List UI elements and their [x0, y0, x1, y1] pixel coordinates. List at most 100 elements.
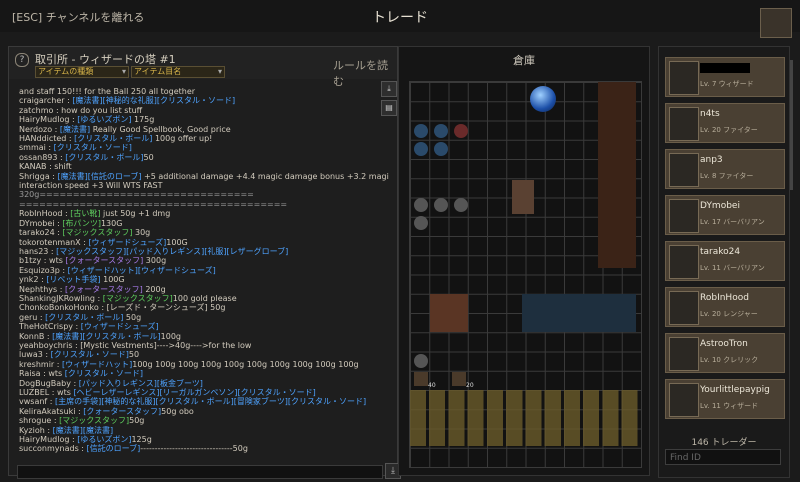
chat-message-segment: 100g 100g 100g 100g 100g 100g 100g 100g …	[132, 359, 359, 369]
throwing-item[interactable]	[434, 198, 448, 212]
chat-message-segment: [ヘビーレザーレギンス][リーガルガンベソン][クリスタル・ソード]	[73, 388, 316, 397]
wizard-gear-items[interactable]	[522, 294, 636, 332]
gold-coin-stacks[interactable]	[410, 390, 641, 446]
stack-count: 20	[466, 382, 474, 389]
trader-level: Lv. 7 ウィザード	[700, 80, 754, 88]
chat-message-segment: TheHotCrispy :	[19, 322, 81, 332]
item-name-filter[interactable]: アイテム目名 ▾	[131, 66, 225, 78]
chat-message-segment: ShankingJKRowling :	[19, 293, 103, 303]
chat-message-segment: HANddicted :	[19, 134, 75, 144]
item-type-filter[interactable]: アイテムの種類 ▾	[35, 66, 129, 78]
chat-message-segment: [クリスタル・ソード]	[53, 143, 132, 153]
chat-message-segment: 50g	[129, 416, 145, 426]
potion-item[interactable]	[434, 142, 448, 156]
chat-message-segment: [ゆるいズボン]	[77, 115, 132, 125]
chat-message: Kyzioh : [魔法書][魔法書]	[19, 426, 389, 435]
chat-message: LUZBEL : wts [ヘビーレザーレギンス][リーガルガンベソン][クリス…	[19, 388, 389, 397]
chat-message-segment: 300g	[143, 256, 167, 266]
trader-name: AstrooTron	[700, 339, 748, 349]
trader-card[interactable]: AstrooTron Lv. 10 クレリック	[665, 333, 785, 373]
trader-name: RobInHood	[700, 293, 749, 303]
chat-message-segment: [クォータースタッフ]	[83, 406, 162, 416]
potion-item[interactable]	[414, 124, 428, 138]
chat-message: TheHotCrispy : [ウィザードシューズ]	[19, 322, 389, 331]
chat-message-segment: 50g obo	[161, 406, 194, 416]
potion-item[interactable]	[434, 124, 448, 138]
chat-message-segment: [布パンツ]	[62, 218, 101, 228]
avatar	[669, 153, 699, 187]
chat-message-segment: [ウィザードシューズ]	[80, 322, 159, 332]
halberd-item[interactable]	[598, 82, 636, 268]
find-id-input[interactable]: Find ID	[665, 449, 781, 465]
chat-message-segment: Shrigga :	[19, 171, 58, 181]
trader-list-panel: 146 トレーダー Find ID Lv. 7 ウィザード n4ts Lv. 20 …	[658, 46, 790, 478]
trade-chat-panel: ? 取引所 - ウィザードの塔 #1 アイテムの種類 ▾ アイテム目名 ▾ ルールを…	[8, 46, 401, 479]
chat-message-segment: Nerdozo :	[19, 124, 60, 134]
chat-message-segment: [魔法書]	[59, 124, 91, 134]
pouch-item[interactable]	[414, 372, 428, 386]
chat-message: KANAB : shift	[19, 162, 389, 171]
inventory-toggle-button[interactable]	[760, 8, 792, 38]
chat-input[interactable]	[17, 465, 383, 479]
pouch-item[interactable]	[452, 372, 466, 386]
avatar	[669, 245, 699, 279]
chat-message-segment: [レーズド・ターンシューズ]	[106, 303, 208, 313]
chat-message-segment: just 50g +1 dmg	[100, 209, 171, 219]
chat-message: 320g================================	[19, 190, 389, 199]
chat-message-segment: [魔法書][クリスタル・ボール]	[52, 331, 161, 341]
chat-message: ossan893 : [クリスタル・ボール]50	[19, 153, 389, 162]
top-bar: [ESC] チャンネルを離れる トレード	[0, 0, 800, 32]
trader-list-scrollbar[interactable]	[790, 60, 793, 190]
trader-card[interactable]: n4ts Lv. 20 ファイター	[665, 103, 785, 143]
chat-message: HANddicted : [クリスタル・ボール] 100g offer up!	[19, 134, 389, 143]
misc-item[interactable]	[414, 354, 428, 368]
helmet-item[interactable]	[430, 294, 468, 332]
chat-message-segment: 50g	[123, 312, 142, 322]
trader-level: Lv. 20 レンジャー	[700, 310, 758, 318]
trader-card[interactable]: RobInHood Lv. 20 レンジャー	[665, 287, 785, 327]
help-icon[interactable]: ?	[15, 53, 29, 67]
chat-message-segment: 175g	[131, 115, 155, 125]
chat-message-segment: DogBugBaby :	[19, 378, 79, 388]
trader-card[interactable]: Yourlittlepaypig Lv. 11 ウィザード	[665, 379, 785, 419]
trader-name: DYmobei	[700, 201, 740, 211]
throwing-item[interactable]	[414, 198, 428, 212]
trader-card[interactable]: anp3 Lv. 8 ファイター	[665, 149, 785, 189]
chat-message-segment: Esquizo3p :	[19, 265, 68, 275]
potion-item[interactable]	[414, 142, 428, 156]
chat-message-segment: 320g================================	[19, 190, 254, 200]
chat-message: hans23 : [マジックスタッフ][パッド入りレギンス][礼服][レザーグロ…	[19, 247, 389, 256]
chat-message-segment: KonnB :	[19, 331, 53, 341]
trader-card[interactable]: Lv. 7 ウィザード	[665, 57, 785, 97]
throwing-item[interactable]	[454, 198, 468, 212]
chat-message-segment: 130G	[100, 218, 123, 228]
chat-message-segment: hans23 :	[19, 246, 57, 256]
storage-grid[interactable]: 40 20	[409, 81, 642, 468]
chat-message: HairyMudlog : [ゆるいズボン] 175g	[19, 115, 389, 124]
chat-message-segment: --------------------------------50g	[140, 444, 248, 453]
chat-message-segment: [パッド入りレギンス][板金ブーツ]	[78, 378, 203, 388]
throwing-item[interactable]	[414, 216, 428, 230]
chat-message-segment: [信託のローブ]	[86, 444, 141, 453]
chat-message-segment: [主席の手袋][神秘的な礼服][クリスタル・ボール][冒険家ブーツ][クリスタル…	[55, 397, 367, 407]
chat-message: DogBugBaby : [パッド入りレギンス][板金ブーツ]	[19, 379, 389, 388]
chat-message: DYmobei : [布パンツ]130G	[19, 219, 389, 228]
chat-message-segment: shrogue :	[19, 416, 60, 426]
chat-message-segment: 100g	[160, 331, 181, 341]
chat-message-segment: [クリスタル・ボール]	[65, 152, 144, 162]
chat-message-segment: 100G	[100, 275, 125, 285]
chat-message-segment: succonmynads :	[19, 444, 87, 453]
crystal-ball-item[interactable]	[530, 86, 556, 112]
chat-message-segment: HairyMudlog :	[19, 115, 78, 125]
chat-message: succonmynads : [信託のローブ]-----------------…	[19, 444, 389, 453]
trader-card[interactable]: DYmobei Lv. 17 バーバリアン	[665, 195, 785, 235]
storage-title: 倉庫	[513, 54, 535, 67]
chat-message-segment: [ゆるいズボン]	[77, 435, 132, 445]
potion-item[interactable]	[454, 124, 468, 138]
spellbook-item[interactable]	[512, 180, 534, 214]
trader-name: Yourlittlepaypig	[700, 385, 770, 395]
avatar	[669, 107, 699, 141]
chat-message: ========================================	[19, 200, 389, 209]
chat-message-segment: HairyMudlog :	[19, 435, 78, 445]
trader-card[interactable]: tarako24 Lv. 11 バーバリアン	[665, 241, 785, 281]
